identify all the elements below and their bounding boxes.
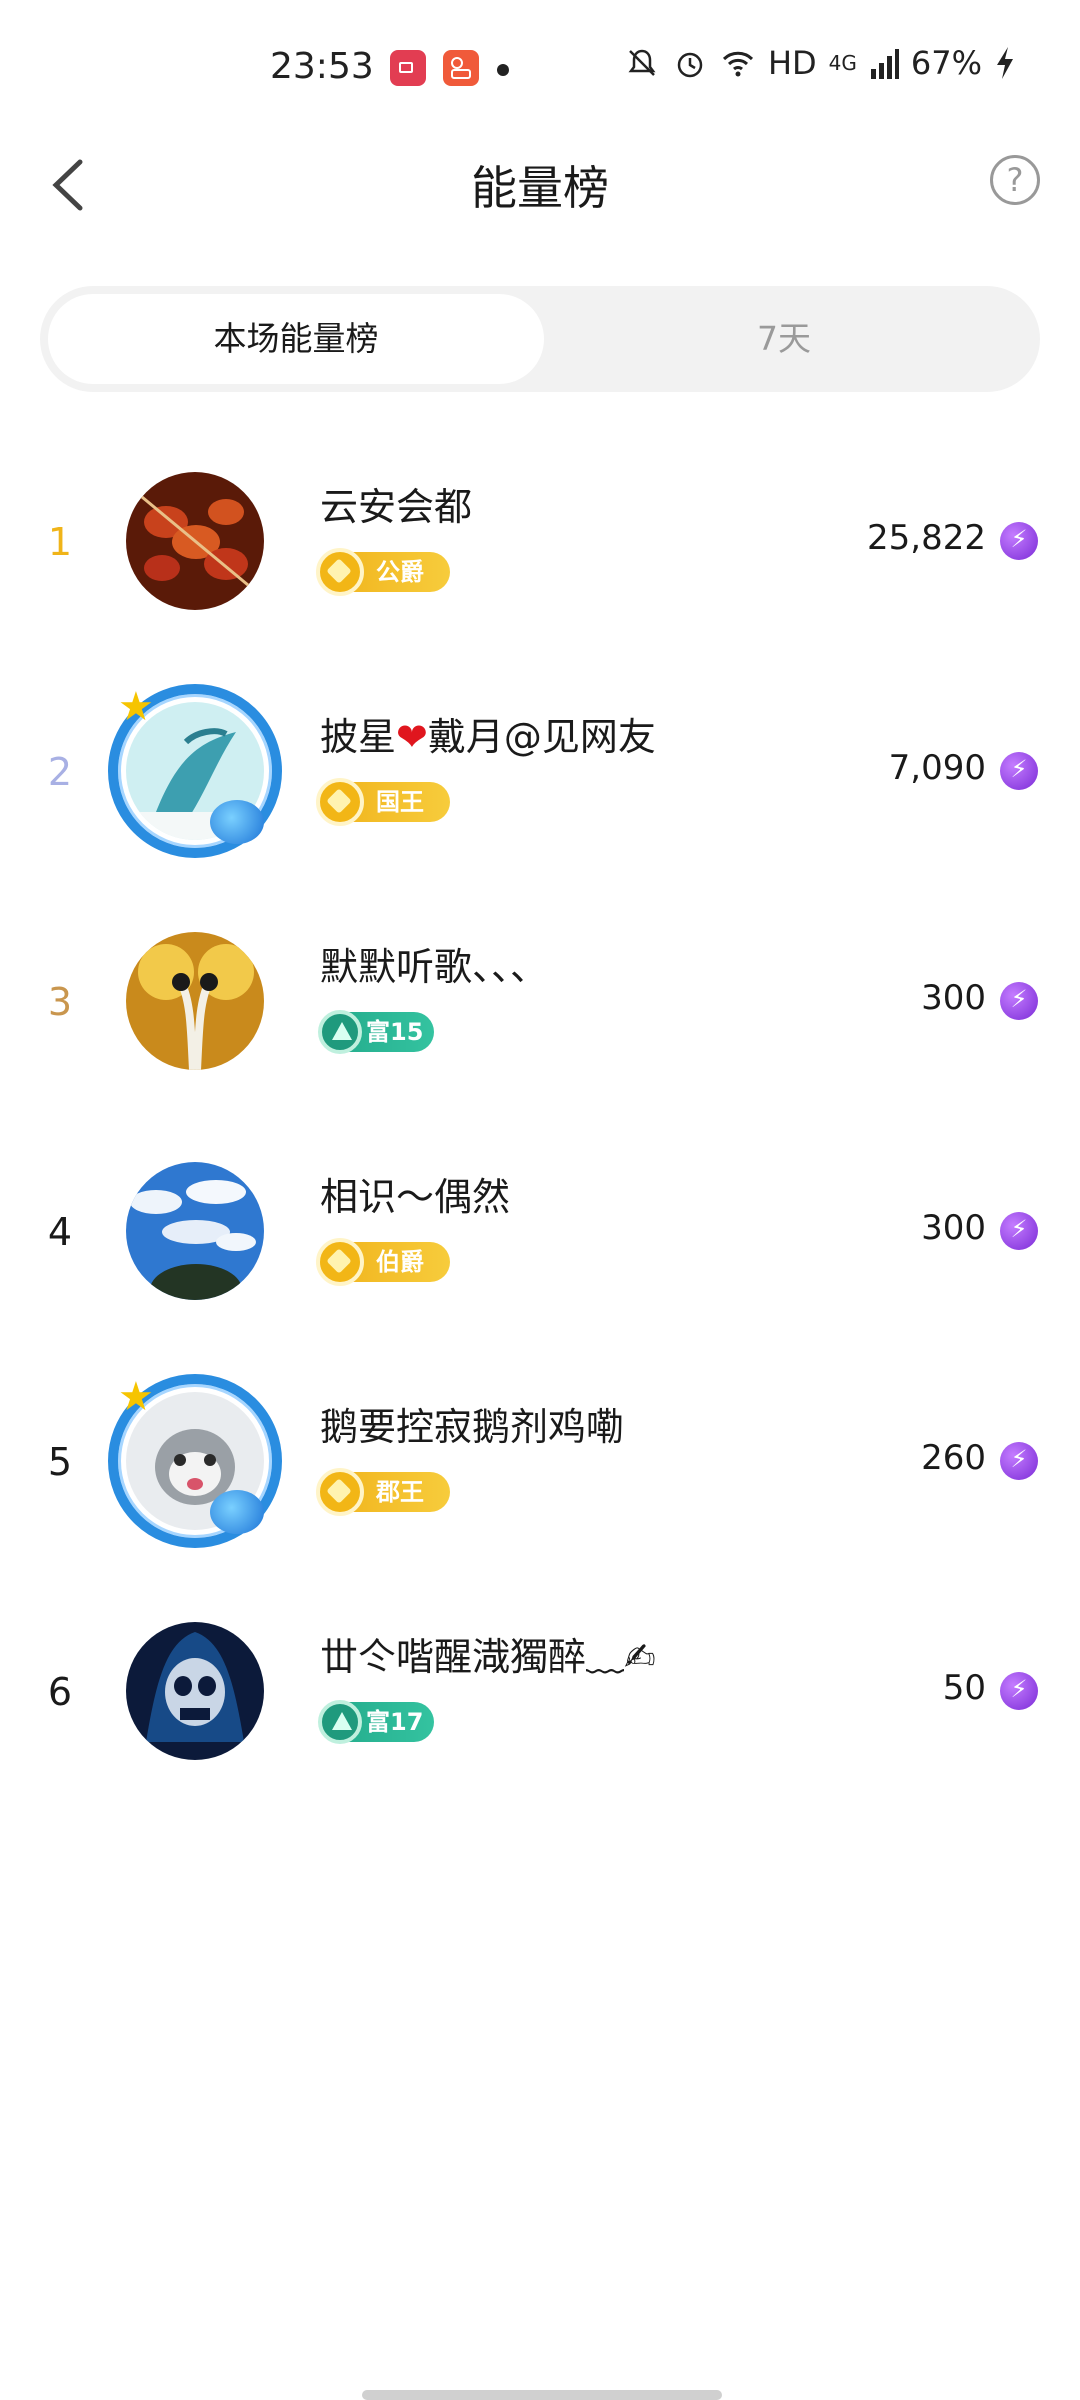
- rank-number: 1: [47, 520, 73, 564]
- status-indicators: HD 4G 67%: [624, 44, 1016, 82]
- nobility-badge: 郡王: [316, 1468, 450, 1516]
- energy-score: 25,822: [867, 518, 986, 558]
- cell-signal-icon: [870, 49, 899, 79]
- nobility-badge-icon: [316, 1238, 364, 1286]
- notification-dot-icon: [497, 64, 509, 76]
- rank-number: 2: [47, 750, 73, 794]
- nobility-badge-icon: [316, 548, 364, 596]
- planet-ornament-icon: [210, 800, 264, 844]
- ranking-row[interactable]: 6 丗仒喈醒渽獨醉﹏✍ 富17 50: [0, 1590, 1080, 1820]
- header: 能量榜 ?: [0, 130, 1080, 240]
- avatar[interactable]: [126, 1162, 264, 1300]
- user-name: 默默听歌、、、: [320, 945, 549, 989]
- rank-number: 3: [47, 980, 73, 1024]
- energy-lightning-icon: [1000, 1672, 1038, 1710]
- nobility-badge: 国王: [316, 778, 450, 826]
- help-icon[interactable]: ?: [990, 155, 1040, 205]
- network-type-label: HD: [767, 44, 817, 82]
- ranking-row[interactable]: 5 ★ 鹅要控寂鹅剂鸡嘞 郡王 260: [0, 1360, 1080, 1590]
- ranking-row[interactable]: 1 云安会都 公爵 25,822: [0, 440, 1080, 670]
- energy-lightning-icon: [1000, 1442, 1038, 1480]
- status-bar: 23:53 HD 4G 67%: [0, 40, 1080, 100]
- badge-label: 国王: [376, 788, 424, 816]
- badge-label: 富15: [366, 1018, 424, 1046]
- tab-7-days[interactable]: 7天: [536, 294, 1032, 384]
- user-name: 丗仒喈醒渽獨醉﹏✍: [320, 1635, 656, 1679]
- star-icon: ★: [118, 1374, 154, 1420]
- screen-recorder-icon: [390, 50, 426, 86]
- badge-label: 公爵: [376, 558, 424, 586]
- star-icon: ★: [118, 684, 154, 730]
- nobility-badge-icon: [316, 778, 364, 826]
- ranking-row[interactable]: 3 默默听歌、、、 富15 300: [0, 900, 1080, 1130]
- rank-number: 6: [47, 1670, 73, 1714]
- badge-label: 郡王: [376, 1478, 424, 1506]
- energy-lightning-icon: [1000, 1212, 1038, 1250]
- wealth-level-icon: [318, 1700, 362, 1744]
- energy-lightning-icon: [1000, 752, 1038, 790]
- nobility-badge: 伯爵: [316, 1238, 450, 1286]
- home-indicator[interactable]: [362, 2390, 722, 2400]
- heart-icon: ❤: [396, 715, 428, 759]
- ranking-tabs: 本场能量榜 7天: [40, 286, 1040, 392]
- energy-lightning-icon: [1000, 522, 1038, 560]
- wealth-level-badge: 富17: [318, 1700, 434, 1744]
- planet-ornament-icon: [210, 1490, 264, 1534]
- energy-lightning-icon: [1000, 982, 1038, 1020]
- user-name: 相识～偶然: [320, 1175, 511, 1219]
- nobility-badge: 公爵: [316, 548, 450, 596]
- page-title: 能量榜: [471, 161, 609, 215]
- badge-label: 富17: [366, 1708, 424, 1736]
- avatar[interactable]: [126, 472, 264, 610]
- wealth-level-icon: [318, 1010, 362, 1054]
- avatar[interactable]: [126, 1622, 264, 1760]
- rank-number: 5: [47, 1440, 73, 1484]
- wealth-level-badge: 富15: [318, 1010, 434, 1054]
- user-name: 鹅要控寂鹅剂鸡嘞: [320, 1405, 625, 1449]
- rank-number: 4: [47, 1210, 73, 1254]
- nobility-badge-icon: [316, 1468, 364, 1516]
- kuaishou-app-icon: [443, 50, 479, 86]
- energy-score: 7,090: [888, 748, 986, 788]
- user-name: 云安会都: [320, 485, 473, 529]
- energy-score: 260: [921, 1438, 986, 1478]
- energy-score: 300: [921, 1208, 986, 1248]
- status-time: 23:53: [270, 46, 374, 87]
- alarm-icon: [677, 52, 703, 78]
- ranking-row[interactable]: 2 ★ 披星❤戴月@见网友 国王 7,090: [0, 670, 1080, 900]
- energy-ranking-screen: 23:53 HD 4G 67% 能量榜 ? 本场能量榜 7天 1 云安会都 公爵…: [0, 0, 1080, 2400]
- avatar[interactable]: [126, 932, 264, 1070]
- ranking-list: 1 云安会都 公爵 25,822 2: [0, 440, 1080, 1820]
- user-name: 披星❤戴月@见网友: [320, 715, 656, 759]
- battery-percent: 67%: [910, 44, 982, 82]
- ranking-row[interactable]: 4 相识～偶然 伯爵 300: [0, 1130, 1080, 1360]
- signal-type-label: 4G: [828, 51, 857, 75]
- energy-score: 50: [942, 1668, 986, 1708]
- badge-label: 伯爵: [376, 1248, 424, 1276]
- tab-current-session[interactable]: 本场能量榜: [48, 294, 544, 384]
- energy-score: 300: [921, 978, 986, 1018]
- charging-icon: [997, 47, 1013, 79]
- wifi-icon: [722, 51, 753, 77]
- mute-bell-icon: [628, 49, 656, 76]
